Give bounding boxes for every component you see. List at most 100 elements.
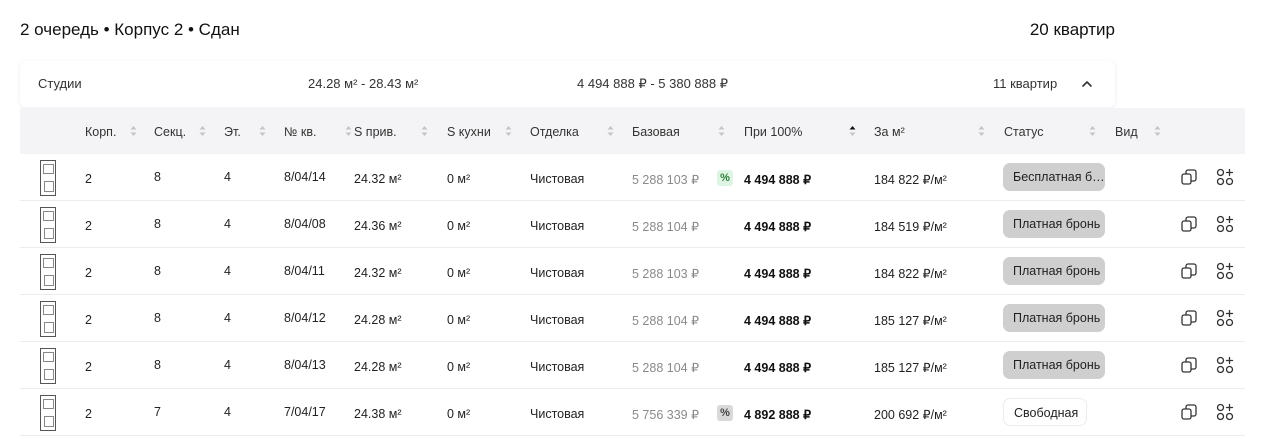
- copy-icon[interactable]: [1180, 356, 1198, 374]
- cell-finish: Чистовая: [530, 313, 585, 327]
- group-count: 11 квартир: [993, 76, 1058, 91]
- status-badge[interactable]: Платная бронь: [1003, 257, 1105, 285]
- table-row[interactable]: 2 7 4 7/04/17 24.38 м² 0 м² Чистовая 5 756 339 …: [20, 389, 1245, 436]
- cell-sek: 8: [154, 217, 161, 231]
- copy-icon[interactable]: [1180, 168, 1198, 186]
- status-badge[interactable]: Платная бронь: [1003, 351, 1105, 379]
- cell-sqm: 184 519 ₽/м²: [874, 220, 947, 234]
- cell-et: 4: [224, 170, 231, 184]
- cell-full: 4 494 888 ₽: [744, 361, 812, 375]
- sort-icon[interactable]: [345, 124, 352, 138]
- cell-sek: 8: [154, 311, 161, 325]
- add-to-compare-icon[interactable]: [1216, 309, 1234, 327]
- cell-area: 24.36 м²: [354, 219, 402, 233]
- column-header-et[interactable]: Эт.: [224, 125, 241, 139]
- cell-kitchen: 0 м²: [447, 172, 471, 186]
- copy-icon[interactable]: [1180, 403, 1198, 421]
- cell-et: 4: [224, 405, 231, 419]
- copy-icon[interactable]: [1180, 309, 1198, 327]
- cell-num: 8/04/11: [284, 264, 325, 278]
- sort-icon[interactable]: [199, 124, 206, 138]
- add-to-compare-icon[interactable]: [1216, 262, 1234, 280]
- cell-kitchen: 0 м²: [447, 313, 471, 327]
- column-header-kitchen[interactable]: S кухни: [447, 125, 491, 139]
- sort-icon[interactable]: [718, 124, 725, 138]
- chevron-up-icon[interactable]: [1080, 77, 1094, 91]
- cell-et: 4: [224, 358, 231, 372]
- column-header-area[interactable]: S прив.: [354, 125, 397, 139]
- cell-sqm: 184 822 ₽/м²: [874, 267, 947, 281]
- cell-finish: Чистовая: [530, 360, 585, 374]
- sort-icon[interactable]: [130, 124, 137, 138]
- column-header-sqm[interactable]: За м²: [874, 125, 905, 139]
- group-summary-row[interactable]: Студии 24.28 м² - 28.43 м² 4 494 888 ₽ -…: [20, 61, 1115, 107]
- cell-et: 4: [224, 311, 231, 325]
- sort-icon[interactable]: [1154, 124, 1161, 138]
- page-title: 2 очередь • Корпус 2 • Сдан: [20, 20, 240, 39]
- cell-full: 4 494 888 ₽: [744, 173, 812, 187]
- floor-plan-thumbnail[interactable]: [40, 395, 56, 431]
- cell-full: 4 892 888 ₽: [744, 408, 812, 422]
- sort-icon[interactable]: [505, 124, 512, 138]
- cell-num: 8/04/12: [284, 311, 326, 325]
- add-to-compare-icon[interactable]: [1216, 215, 1234, 233]
- add-to-compare-icon[interactable]: [1216, 356, 1234, 374]
- status-badge[interactable]: Платная бронь: [1003, 304, 1105, 332]
- floor-plan-thumbnail[interactable]: [40, 301, 56, 337]
- column-header-finish[interactable]: Отделка: [530, 125, 579, 139]
- sort-icon[interactable]: [849, 124, 856, 138]
- table-header: Корп. Секц. Эт. № кв. S прив. S кухни Отделка Б…: [20, 108, 1245, 154]
- cell-num: 8/04/08: [284, 217, 326, 231]
- apartment-count: 20 квартир: [1029, 20, 1115, 39]
- copy-icon[interactable]: [1180, 215, 1198, 233]
- cell-et: 4: [224, 217, 231, 231]
- cell-finish: Чистовая: [530, 407, 585, 421]
- cell-sqm: 185 127 ₽/м²: [874, 361, 947, 375]
- cell-korp: 2: [85, 266, 92, 280]
- sort-icon[interactable]: [259, 124, 266, 138]
- table-row[interactable]: 2 8 4 8/04/14 24.32 м² 0 м² Чистовая 5 288 103 …: [20, 154, 1245, 201]
- floor-plan-thumbnail[interactable]: [40, 207, 56, 243]
- column-header-sek[interactable]: Секц.: [154, 125, 186, 139]
- copy-icon[interactable]: [1180, 262, 1198, 280]
- sort-icon[interactable]: [978, 124, 985, 138]
- sort-icon[interactable]: [607, 124, 614, 138]
- group-area-range: 24.28 м² - 28.43 м²: [308, 76, 419, 91]
- sort-icon[interactable]: [1089, 124, 1096, 138]
- cell-kitchen: 0 м²: [447, 266, 471, 280]
- cell-sqm: 184 822 ₽/м²: [874, 173, 947, 187]
- cell-finish: Чистовая: [530, 266, 585, 280]
- table-body: 2 8 4 8/04/14 24.32 м² 0 м² Чистовая 5 288 103 …: [20, 154, 1245, 436]
- cell-full: 4 494 888 ₽: [744, 220, 812, 234]
- floor-plan-thumbnail[interactable]: [40, 254, 56, 290]
- cell-finish: Чистовая: [530, 219, 585, 233]
- table-row[interactable]: 2 8 4 8/04/12 24.28 м² 0 м² Чистовая 5 288 104 …: [20, 295, 1245, 342]
- column-header-view[interactable]: Вид: [1115, 125, 1138, 139]
- cell-area: 24.28 м²: [354, 313, 402, 327]
- sort-icon[interactable]: [421, 124, 428, 138]
- table-row[interactable]: 2 8 4 8/04/11 24.32 м² 0 м² Чистовая 5 288 103 …: [20, 248, 1245, 295]
- table-row[interactable]: 2 8 4 8/04/08 24.36 м² 0 м² Чистовая 5 288 104 …: [20, 201, 1245, 248]
- cell-finish: Чистовая: [530, 172, 585, 186]
- cell-base: 5 288 104 ₽: [632, 220, 700, 234]
- add-to-compare-icon[interactable]: [1216, 403, 1234, 421]
- cell-sek: 8: [154, 264, 161, 278]
- column-header-status[interactable]: Статус: [1004, 125, 1044, 139]
- floor-plan-thumbnail[interactable]: [40, 348, 56, 384]
- add-to-compare-icon[interactable]: [1216, 168, 1234, 186]
- cell-et: 4: [224, 264, 231, 278]
- column-header-base[interactable]: Базовая: [632, 125, 680, 139]
- discount-badge: %: [717, 405, 733, 421]
- status-badge[interactable]: Свободная: [1003, 398, 1087, 426]
- status-badge[interactable]: Бесплатная бронь: [1003, 163, 1105, 191]
- table-row[interactable]: 2 8 4 8/04/13 24.28 м² 0 м² Чистовая 5 288 104 …: [20, 342, 1245, 389]
- cell-full: 4 494 888 ₽: [744, 267, 812, 281]
- column-header-full[interactable]: При 100%: [744, 125, 802, 139]
- column-header-num[interactable]: № кв.: [284, 125, 316, 139]
- status-badge[interactable]: Платная бронь: [1003, 210, 1105, 238]
- column-header-korp[interactable]: Корп.: [85, 125, 116, 139]
- cell-korp: 2: [85, 219, 92, 233]
- cell-korp: 2: [85, 407, 92, 421]
- cell-korp: 2: [85, 360, 92, 374]
- floor-plan-thumbnail[interactable]: [40, 160, 56, 196]
